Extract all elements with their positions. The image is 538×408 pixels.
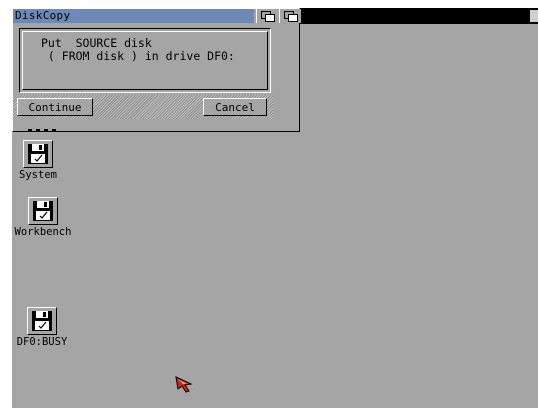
window-depth-back-icon[interactable]	[256, 9, 278, 23]
workbench-screen: DiskCopy Put SOURCE disk ( FROM disk ) i…	[12, 8, 538, 408]
diskcopy-window: DiskCopy Put SOURCE disk ( FROM disk ) i…	[12, 8, 301, 132]
floppy-disk-icon	[27, 307, 57, 335]
window-title[interactable]: DiskCopy	[13, 9, 254, 23]
window-depth-front-icon[interactable]	[279, 9, 301, 23]
floppy-disk-icon	[23, 140, 53, 168]
message-text: Put SOURCE disk ( FROM disk ) in drive D…	[41, 37, 235, 63]
icon-label: Workbench	[14, 226, 72, 238]
hidden-icon-label-fragment	[28, 129, 58, 133]
desktop-icon-workbench[interactable]: Workbench	[12, 197, 75, 238]
icon-label: System	[19, 169, 57, 181]
desktop-icon-system[interactable]: System	[18, 140, 58, 181]
message-line-2: ( FROM disk ) in drive DF0:	[41, 49, 235, 63]
mouse-pointer-icon	[175, 376, 193, 393]
floppy-disk-icon	[28, 197, 58, 225]
cancel-button[interactable]: Cancel	[203, 98, 267, 116]
continue-button[interactable]: Continue	[17, 98, 93, 116]
desktop-icon-df0-busy[interactable]: DF0:BUSY	[14, 307, 70, 348]
screen-depth-gadget[interactable]	[530, 10, 538, 22]
icon-label: DF0:BUSY	[16, 336, 68, 348]
message-line-1: Put SOURCE disk	[41, 36, 152, 50]
screen-title-bar	[300, 8, 538, 24]
